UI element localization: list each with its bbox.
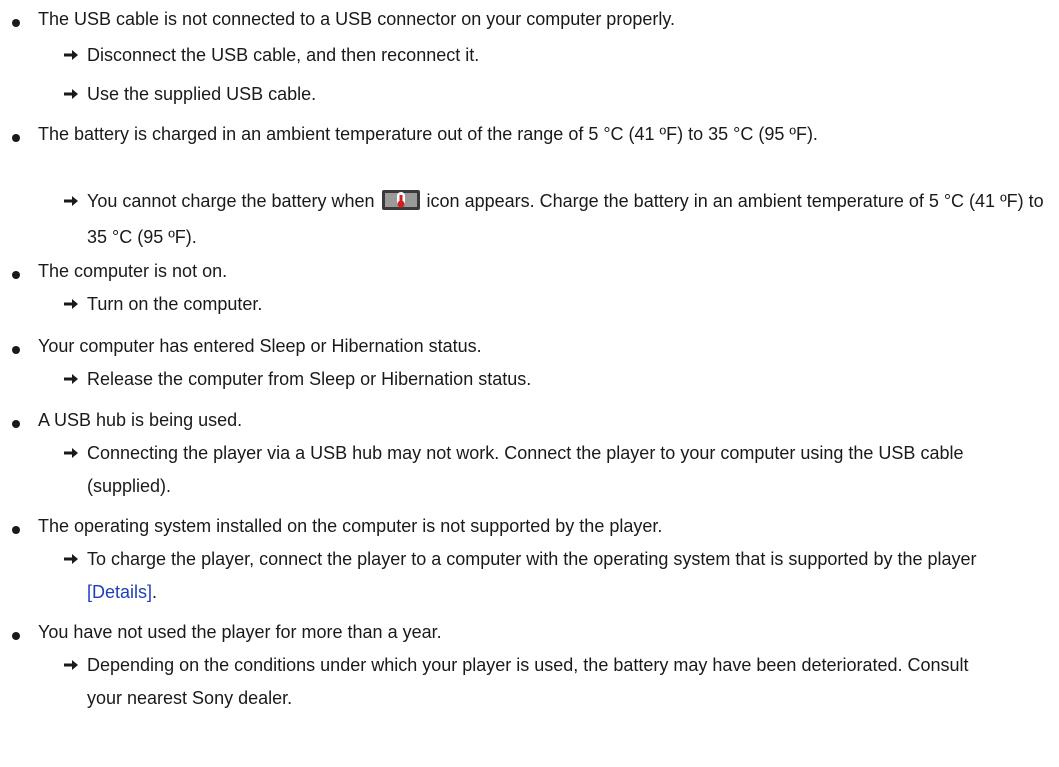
remedy-text-part: You cannot charge the battery when [87,191,380,211]
troubleshooting-list: The USB cable is not connected to a USB … [0,0,1059,767]
bullet-icon [12,134,20,142]
cause-text: The USB cable is not connected to a USB … [38,9,676,29]
cause-text: You have not used the player for more th… [38,622,442,642]
details-link[interactable]: [Details] [87,582,152,602]
right-arrow-icon [63,39,79,62]
remedy-text: To charge the player, connect the player… [63,543,1053,609]
remedy-item: Release the computer from Sleep or Hiber… [63,363,1053,396]
remedy-text-part: To charge the player, connect the player… [87,549,977,569]
right-arrow-icon [63,288,79,311]
bullet-icon [12,420,20,428]
cause-text: The battery is charged in an ambient tem… [38,124,818,144]
remedy-item: To charge the player, connect the player… [63,543,1053,609]
cause-text: The computer is not on. [38,261,228,281]
remedy-text: Depending on the conditions under which … [87,655,969,708]
bullet-icon [12,19,20,27]
remedy-item: You cannot charge the battery when icon … [63,185,1053,254]
remedy-item: Disconnect the USB cable, and then recon… [63,39,1053,72]
bullet-icon [12,526,20,534]
remedy-text: Connecting the player via a USB hub may … [87,443,964,496]
remedy-text: Turn on the computer. [87,294,263,314]
right-arrow-icon [63,543,79,566]
right-arrow-icon [63,78,79,101]
bullet-icon [12,632,20,640]
remedy-item: Use the supplied USB cable. [63,78,1053,111]
bullet-icon [12,271,20,279]
remedy-item: Connecting the player via a USB hub may … [63,437,1053,503]
remedy-text: You cannot charge the battery when icon … [63,185,1053,254]
right-arrow-icon [63,437,79,460]
remedy-item: Depending on the conditions under which … [63,649,1053,715]
remedy-text: Disconnect the USB cable, and then recon… [87,45,480,65]
remedy-text-part: . [152,582,158,602]
remedy-text: Use the supplied USB cable. [87,84,317,104]
cause-text: Your computer has entered Sleep or Hiber… [38,336,482,356]
bullet-icon [12,346,20,354]
remedy-text: Release the computer from Sleep or Hiber… [87,369,532,389]
right-arrow-icon [63,363,79,386]
remedy-item: Turn on the computer. [63,288,1053,321]
battery-temperature-icon [381,188,420,221]
cause-text: A USB hub is being used. [38,410,243,430]
right-arrow-icon [63,185,79,208]
cause-text: The operating system installed on the co… [38,516,663,536]
right-arrow-icon [63,649,79,672]
